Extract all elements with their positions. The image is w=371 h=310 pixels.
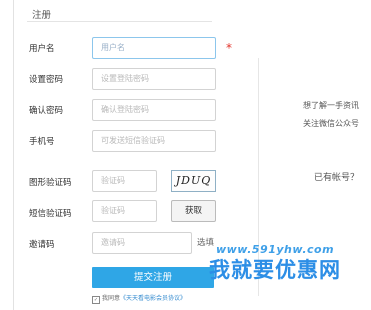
sms-label: 短信验证码 xyxy=(29,209,72,219)
username-label: 用户名 xyxy=(29,44,55,54)
side-info-line2: 关注微信公众号 xyxy=(303,119,359,128)
confirm-label: 确认密码 xyxy=(29,106,64,116)
invite-code-input[interactable]: 邀请码 xyxy=(92,232,192,254)
phone-placeholder: 可发送短信验证码 xyxy=(101,136,165,145)
agreement-link[interactable]: 《天天看电影会员协议》 xyxy=(120,295,186,302)
phone-input[interactable]: 可发送短信验证码 xyxy=(92,130,216,152)
invite-placeholder: 邀请码 xyxy=(101,238,125,247)
watermark: www.591yhw.com 我就要优惠网 xyxy=(185,243,365,284)
agreement-row: ✓ 我同意《天天看电影会员协议》 xyxy=(92,293,186,304)
required-mark: * xyxy=(226,41,232,55)
checkbox-icon[interactable]: ✓ xyxy=(92,296,100,304)
login-link[interactable]: 已有帐号？ xyxy=(314,170,359,183)
password-label: 设置密码 xyxy=(29,75,64,85)
sms-code-input[interactable]: 验证码 xyxy=(92,200,157,222)
username-input[interactable]: 用户名 xyxy=(92,37,216,59)
confirm-password-input[interactable]: 确认登陆密码 xyxy=(92,99,216,121)
captcha-image[interactable]: JDUQ xyxy=(171,170,216,192)
captcha-placeholder: 验证码 xyxy=(101,176,125,185)
invite-label: 邀请码 xyxy=(29,240,55,250)
side-info-line1: 想了解一手资讯 xyxy=(303,101,359,110)
title-divider xyxy=(27,21,212,22)
captcha-label: 图形验证码 xyxy=(29,178,72,188)
get-sms-code-button[interactable]: 获取 xyxy=(171,200,216,222)
sms-placeholder: 验证码 xyxy=(101,206,125,215)
agreement-prefix: 我同意 xyxy=(102,295,121,302)
phone-label: 手机号 xyxy=(29,137,55,147)
password-input[interactable]: 设置登陆密码 xyxy=(92,68,216,90)
watermark-text: 我就要优惠网 xyxy=(209,258,341,282)
password-placeholder: 设置登陆密码 xyxy=(101,74,149,83)
confirm-placeholder: 确认登陆密码 xyxy=(101,105,149,114)
page-title: 注册 xyxy=(32,10,52,21)
username-placeholder: 用户名 xyxy=(101,43,125,52)
captcha-input[interactable]: 验证码 xyxy=(92,170,157,192)
